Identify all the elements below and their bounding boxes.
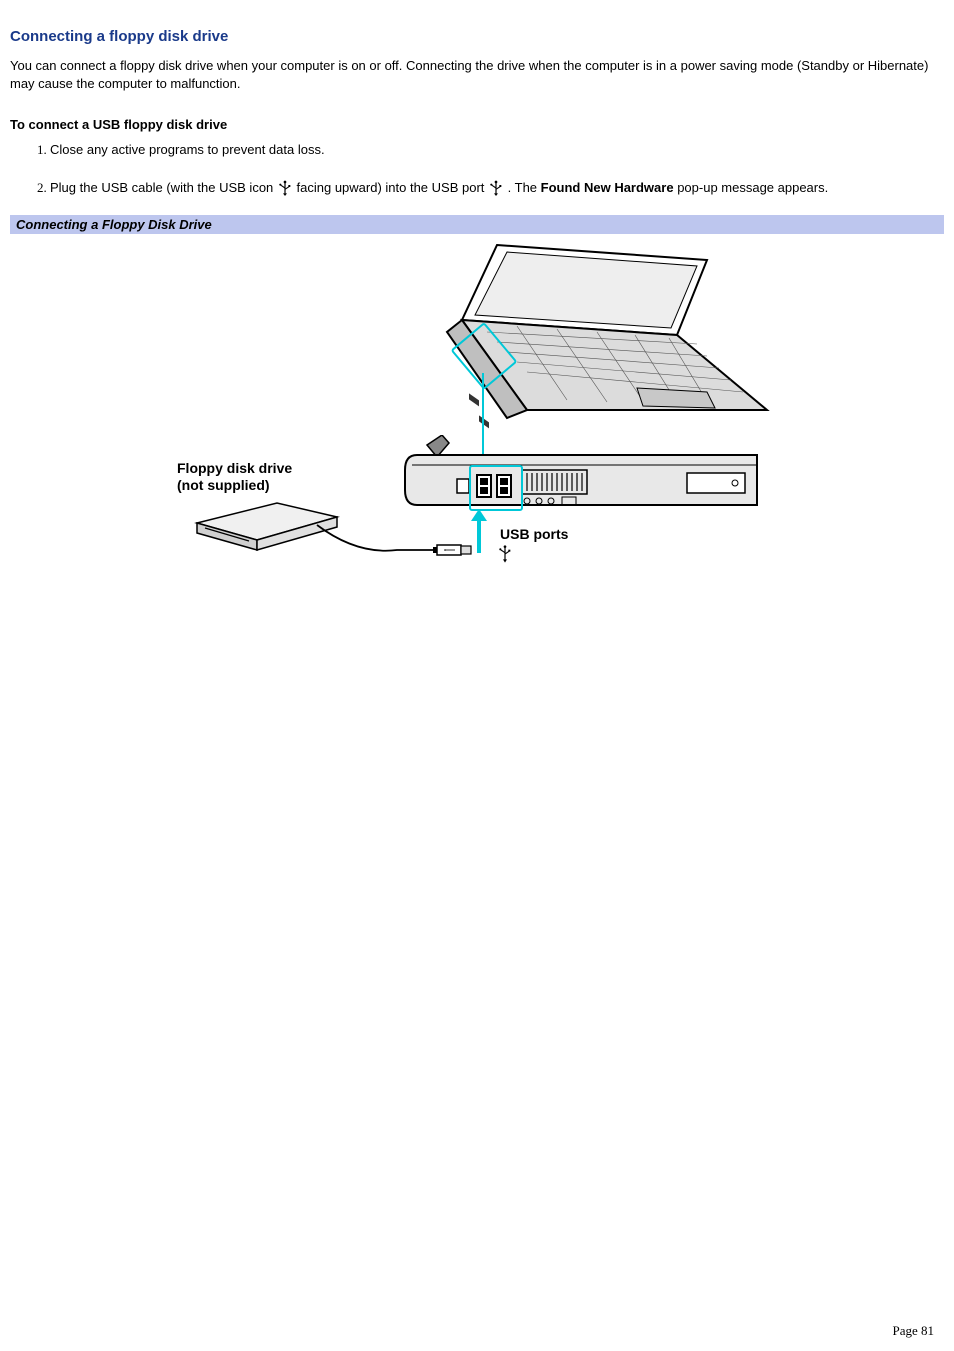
step-2-text-b: facing upward) into the USB port <box>297 180 489 195</box>
figure-caption-bar: Connecting a Floppy Disk Drive <box>10 215 944 234</box>
step-2: Plug the USB cable (with the USB icon fa… <box>50 178 944 198</box>
usb-ports-label: USB ports <box>497 526 571 542</box>
section-title: Connecting a floppy disk drive <box>10 28 944 45</box>
step-2-text-a: Plug the USB cable (with the USB icon <box>50 180 277 195</box>
page-number: Page 81 <box>892 1323 934 1339</box>
procedure-title: To connect a USB floppy disk drive <box>10 117 944 132</box>
step-2-text-d: pop-up message appears. <box>674 180 829 195</box>
found-new-hardware-label: Found New Hardware <box>541 180 674 195</box>
fdd-label-line1: Floppy disk drive <box>177 460 292 476</box>
usb-trident-icon <box>277 180 293 196</box>
step-1: Close any active programs to prevent dat… <box>50 140 944 160</box>
connection-arrow-icon <box>467 505 497 555</box>
floppy-drive-illustration <box>187 495 477 570</box>
floppy-drive-label: Floppy disk drive (not supplied) <box>177 460 292 494</box>
step-2-text-c: . The <box>508 180 541 195</box>
usb-trident-icon <box>488 180 504 196</box>
usb-trident-icon <box>497 544 513 564</box>
intro-paragraph: You can connect a floppy disk drive when… <box>10 57 944 93</box>
steps-list: Close any active programs to prevent dat… <box>10 140 944 197</box>
fdd-label-line2: (not supplied) <box>177 477 270 493</box>
figure-container: Floppy disk drive (not supplied) USB por… <box>10 234 944 570</box>
